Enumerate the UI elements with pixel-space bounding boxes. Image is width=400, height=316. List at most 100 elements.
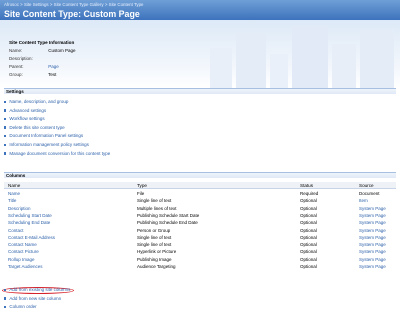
info-row-group: Group: Test: [9, 72, 56, 77]
column-source-link[interactable]: System Page: [359, 213, 386, 218]
table-row: Target Audiences Audience Targeting Opti…: [4, 263, 396, 270]
breadcrumb-item-content-type-gallery[interactable]: Site Content Type Gallery: [54, 2, 104, 7]
info-section-title: Site Content Type Information: [9, 40, 75, 45]
info-row-parent: Parent: Page: [9, 64, 59, 69]
column-header-source: Source: [359, 183, 374, 188]
column-type: Audience Targeting: [137, 264, 176, 269]
table-row: Contact Picture Hyperlink or Picture Opt…: [4, 248, 396, 255]
column-status: Required: [300, 191, 319, 196]
bullet-icon: [4, 109, 7, 112]
column-name-link[interactable]: Target Audiences: [8, 264, 43, 269]
breadcrumb-separator: >: [49, 2, 53, 7]
table-row: Description Multiple lines of text Optio…: [4, 205, 396, 212]
column-type: Publishing Schedule Start Date: [137, 212, 200, 218]
column-type: Single line of text: [137, 242, 172, 248]
column-status: Optional: [300, 249, 317, 255]
column-type: Single line of text: [137, 234, 172, 240]
column-name-link[interactable]: Description: [8, 206, 31, 211]
column-type: Single line of text: [137, 198, 172, 204]
settings-link-workflow[interactable]: Workflow settings: [4, 116, 110, 125]
info-label: Description:: [9, 56, 33, 61]
info-label: Name:: [9, 48, 23, 53]
column-source-link[interactable]: System Page: [359, 257, 386, 262]
link-label: Add from existing site columns: [9, 287, 71, 292]
skyline-graphic: [270, 54, 288, 88]
column-name-link[interactable]: Contact Name: [8, 242, 37, 247]
settings-link-delete[interactable]: Delete this site content type: [4, 125, 110, 134]
info-value: Custom Page: [48, 48, 76, 53]
title-bar: Afrosoc > Site Settings > Site Content T…: [0, 0, 400, 20]
column-status: Optional: [300, 264, 317, 269]
column-type: Multiple lines of text: [137, 205, 177, 211]
table-row: Name File Required Document: [4, 190, 396, 197]
section-title: Settings: [6, 89, 24, 94]
column-source-link[interactable]: Item: [359, 198, 368, 203]
add-existing-site-columns-link[interactable]: Add from existing site columns: [4, 287, 70, 296]
column-type: Publishing Image: [137, 256, 172, 262]
settings-link-doc-conversion[interactable]: Manage document conversion for this cont…: [4, 151, 110, 160]
settings-link-info-policy[interactable]: Information management policy settings: [4, 142, 110, 151]
info-value: Test: [48, 72, 57, 77]
bullet-icon: [4, 126, 7, 129]
breadcrumb-separator: >: [104, 2, 108, 7]
settings-section-header: Settings: [4, 88, 396, 94]
column-name-link[interactable]: Title: [8, 198, 16, 203]
column-name-link[interactable]: Contact Picture: [8, 249, 39, 254]
column-type: Person or Group: [137, 227, 171, 233]
bullet-icon: [4, 143, 7, 146]
column-name-link[interactable]: Name: [8, 191, 20, 196]
column-name-link[interactable]: Scheduling Start Date: [8, 213, 52, 218]
parent-link[interactable]: Page: [48, 64, 59, 69]
column-status: Optional: [300, 227, 317, 233]
column-name-link[interactable]: Rollup Image: [8, 257, 35, 262]
column-order-link[interactable]: Column order: [4, 304, 70, 313]
bullet-icon: [4, 288, 7, 291]
column-actions: Add from existing site columns Add from …: [4, 287, 70, 313]
table-row: Rollup Image Publishing Image Optional S…: [4, 256, 396, 263]
settings-link-name-description[interactable]: Name, description, and group: [4, 99, 110, 108]
column-source-link[interactable]: System Page: [359, 228, 386, 233]
column-name-link[interactable]: Contact E-Mail Address: [8, 235, 55, 240]
skyline-graphic: [360, 30, 394, 88]
columns-table-header: Name Type Status Source: [4, 182, 396, 189]
link-label: Delete this site content type: [9, 124, 65, 130]
add-new-site-column-link[interactable]: Add from new site column: [4, 296, 70, 305]
breadcrumb: Afrosoc > Site Settings > Site Content T…: [4, 2, 143, 7]
column-status: Optional: [300, 256, 317, 262]
info-row-name: Name: Custom Page: [9, 48, 76, 53]
settings-link-doc-info-panel[interactable]: Document Information Panel settings: [4, 133, 110, 142]
breadcrumb-item-site-settings[interactable]: Site Settings: [24, 2, 49, 7]
breadcrumb-item-current: Site Content Type: [108, 2, 144, 7]
column-source-link[interactable]: System Page: [359, 264, 386, 269]
skyline-graphic: [292, 26, 328, 88]
column-source-link[interactable]: System Page: [359, 249, 386, 254]
column-type: File: [137, 191, 145, 196]
info-row-description: Description:: [9, 56, 47, 61]
column-status: Optional: [300, 198, 317, 204]
link-label: Workflow settings: [9, 116, 45, 122]
column-status: Optional: [300, 234, 317, 240]
column-source-link[interactable]: System Page: [359, 242, 386, 247]
settings-link-advanced[interactable]: Advanced settings: [4, 108, 110, 117]
column-source-link[interactable]: System Page: [359, 220, 386, 225]
column-type: Publishing Schedule End Date: [137, 220, 198, 226]
column-source-link[interactable]: System Page: [359, 235, 386, 240]
column-status: Optional: [300, 212, 317, 218]
column-type: Hyperlink or Picture: [137, 249, 177, 255]
column-status: Optional: [300, 242, 317, 248]
column-source: Document: [359, 191, 380, 196]
section-title: Columns: [6, 173, 26, 178]
columns-section-header: Columns: [4, 172, 396, 178]
column-name-link[interactable]: Scheduling End Date: [8, 220, 50, 225]
column-header-name: Name: [8, 183, 21, 188]
bullet-icon: [4, 297, 7, 300]
info-label: Parent:: [9, 64, 24, 69]
link-label: Information management policy settings: [9, 141, 89, 147]
column-source-link[interactable]: System Page: [359, 206, 386, 211]
link-label: Advanced settings: [9, 107, 47, 113]
link-label: Document Information Panel settings: [9, 133, 84, 139]
bullet-icon: [4, 305, 7, 309]
breadcrumb-item-site[interactable]: Afrosoc: [4, 2, 19, 7]
column-header-type: Type: [137, 183, 147, 188]
column-name-link[interactable]: Contact: [8, 228, 24, 233]
